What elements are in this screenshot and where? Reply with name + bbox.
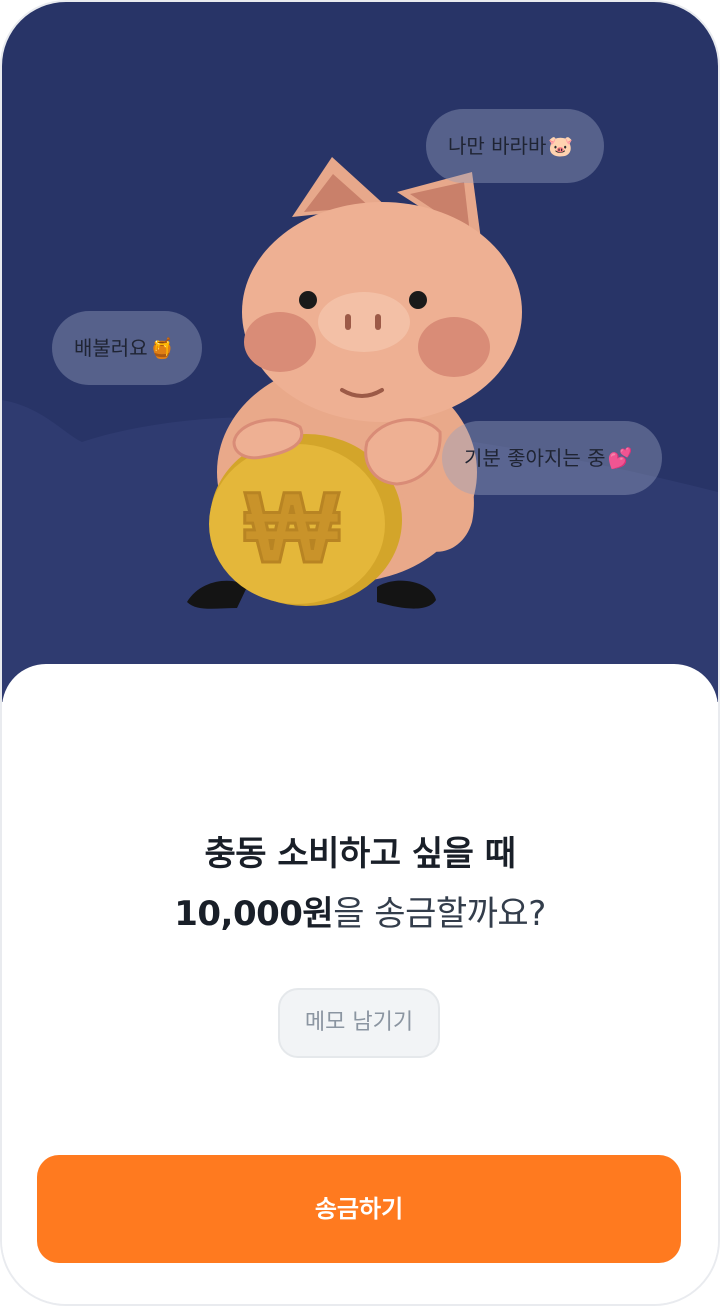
phone-frame: ₩ 나만 바라바 🐷 배불러요 🍯 기분 좋아지는 중 💕 충동 소비하고 싶을 때 …	[2, 2, 718, 1304]
speech-bubble-full: 배불러요 🍯	[52, 311, 202, 385]
pig-snout	[318, 292, 410, 352]
bubble-text: 나만 바라바	[448, 134, 547, 158]
pig-eye-left	[299, 291, 317, 309]
speech-bubble-feeling-good: 기분 좋아지는 중 💕	[442, 421, 662, 495]
pig-nostril-right	[375, 314, 381, 330]
bubble-text: 배불러요	[74, 336, 148, 360]
hearts-icon: 💕	[607, 446, 633, 470]
pig-nostril-left	[345, 314, 351, 330]
pig-emoji-icon: 🐷	[548, 134, 574, 158]
leave-memo-button[interactable]: 메모 남기기	[278, 988, 440, 1058]
bubble-text: 기분 좋아지는 중	[464, 446, 606, 470]
headline-line-1: 충동 소비하고 싶을 때	[204, 834, 516, 874]
bottom-sheet: 충동 소비하고 싶을 때 10,000원을 송금할까요? 메모 남기기 송금하기	[2, 664, 718, 1304]
pig-cheek-left	[244, 312, 316, 372]
pig-eye-right	[409, 291, 427, 309]
honey-pot-icon: 🍯	[149, 336, 175, 360]
send-money-button[interactable]: 송금하기	[37, 1155, 681, 1263]
coin-symbol: ₩	[245, 472, 340, 584]
hero-illustration: ₩ 나만 바라바 🐷 배불러요 🍯 기분 좋아지는 중 💕	[2, 2, 718, 702]
headline-question: 을 송금할까요?	[333, 894, 546, 934]
transfer-amount: 10,000원	[174, 894, 334, 934]
headline-line-2: 10,000원을 송금할까요?	[2, 886, 718, 935]
pig-cheek-right	[418, 317, 490, 377]
speech-bubble-look-at-me: 나만 바라바 🐷	[426, 109, 604, 183]
